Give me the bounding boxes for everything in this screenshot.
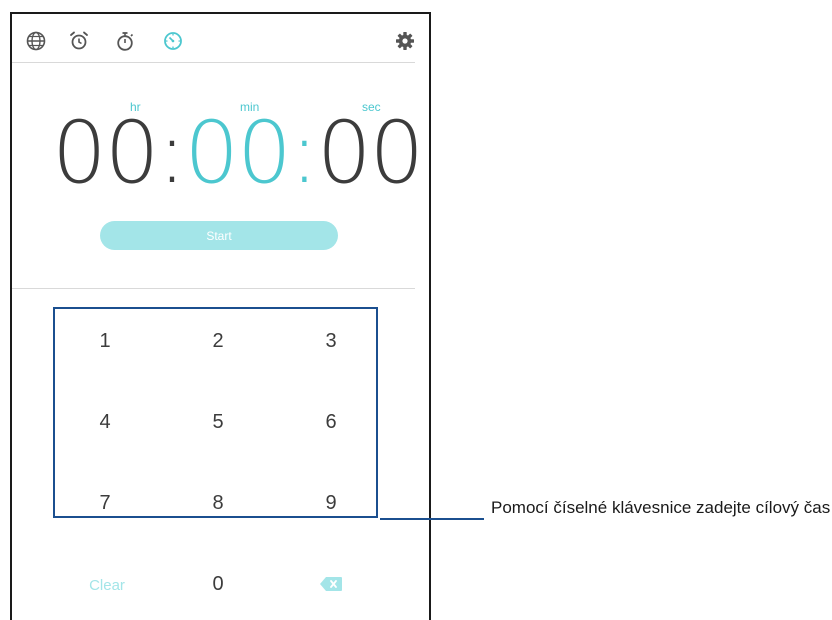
gear-icon[interactable] [394, 30, 416, 52]
toolbar [12, 14, 429, 62]
hours-value[interactable]: 00 [52, 103, 159, 203]
callout-text: Pomocí číselné klávesnice zadejte cílový… [491, 498, 831, 517]
alarm-clock-icon[interactable] [68, 30, 90, 52]
stopwatch-icon[interactable] [114, 30, 136, 52]
callout-connector [380, 518, 484, 520]
start-button[interactable]: Start [100, 221, 338, 250]
separator: : [157, 103, 186, 203]
seconds-value[interactable]: 00 [317, 103, 424, 203]
globe-icon[interactable] [25, 30, 47, 52]
clear-button[interactable]: Clear [77, 570, 137, 600]
separator: : [289, 103, 319, 203]
keypad-divider [12, 288, 415, 289]
toolbar-divider [12, 62, 415, 63]
minutes-value[interactable]: 00 [184, 103, 291, 203]
timer-display: 00:00:00 [52, 103, 424, 203]
keypad-highlight-frame [53, 307, 378, 518]
keypad-key-0[interactable]: 0 [188, 569, 248, 599]
backspace-icon[interactable] [301, 569, 361, 599]
timer-icon[interactable] [162, 30, 184, 52]
